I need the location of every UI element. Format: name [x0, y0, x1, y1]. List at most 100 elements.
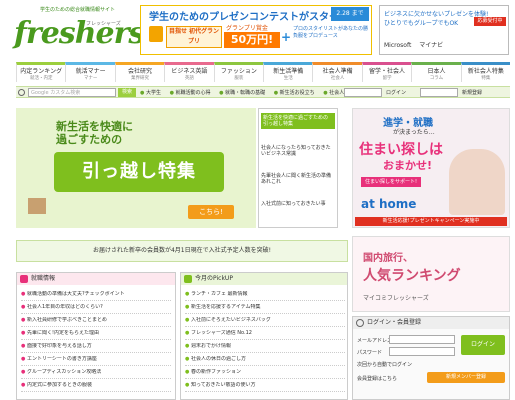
- hero-side-item[interactable]: 先輩社会人に聞く新生活の準備あれこれ: [261, 173, 335, 185]
- contest-banner[interactable]: 学生のためのプレゼンコンテストがスタート! 2.28 まで 目指せ 初代グランプ…: [140, 5, 372, 55]
- news-item[interactable]: 面接で好印象を与える話し方: [21, 343, 171, 353]
- nav-item[interactable]: 新社会人特集 特集: [460, 62, 511, 82]
- nav-label: 留学・社会人: [369, 68, 406, 75]
- pickup-item[interactable]: 社会人の休日の過ごし方: [185, 356, 345, 366]
- nav-sub: マナー: [83, 76, 98, 81]
- nav-label: 内定ランキング: [20, 68, 63, 75]
- search-bar: Google カスタム検索 検索 大学生 就職活動の心得 就職・転職の基礎 新生…: [16, 86, 510, 98]
- athome-logo: at home: [361, 197, 417, 211]
- nav-sub: 服装: [234, 76, 244, 81]
- search-input[interactable]: Google カスタム検索: [28, 88, 116, 97]
- ad-campaign-bar: 新生活応援!プレゼントキャンペーン実施中: [355, 217, 507, 226]
- nav-item[interactable]: 内定ランキング 就活・内定: [16, 62, 66, 82]
- ad-subheading: が決まったら…: [393, 129, 435, 136]
- nav-item[interactable]: ファッション 服装: [213, 62, 264, 82]
- pickup-heading: 今月のPickUP: [181, 273, 347, 285]
- rbox-badge: 応募受付中: [474, 17, 506, 26]
- ad2-sub: マイコミフレッシャーズ: [363, 295, 429, 302]
- plus-icon: +: [281, 30, 292, 44]
- news-item[interactable]: グループディスカッション攻略法: [21, 369, 171, 379]
- nav-label: 日本人: [427, 68, 446, 75]
- nav-sub: 留学: [382, 76, 392, 81]
- banner-title: 学生のためのプレゼンコンテストがスタート!: [149, 12, 354, 23]
- password-field[interactable]: [389, 347, 455, 356]
- presentation-banner[interactable]: ビジネスに欠かせないプレゼンを体験! ひとりでもグループでもOK 応募受付中 M…: [379, 5, 509, 55]
- news-item[interactable]: 就職活動の準備は大丈夫?チェックポイント: [21, 291, 171, 301]
- nav-item[interactable]: 日本人 コラム: [411, 62, 461, 82]
- pickup-item[interactable]: フレッシャーズ通信 No.12: [185, 330, 345, 340]
- nav-item[interactable]: ビジネス英語 英語: [164, 62, 214, 82]
- nav-sub: 生活: [283, 76, 293, 81]
- nav-sub: 就活・内定: [29, 76, 53, 81]
- ad-title2: おまかせ!: [383, 159, 433, 172]
- header-user-input[interactable]: [344, 88, 382, 97]
- sponsor-logo: Microsoft: [384, 42, 412, 49]
- pickup-panel: 今月のPickUP ランチ・カフェ 最新情報 新生活を応援するアイテム特集 入社…: [180, 272, 348, 400]
- hero-side-item[interactable]: 社会人になったら知っておきたいビジネス常識: [261, 145, 335, 157]
- register-button[interactable]: 新規メンバー登録: [427, 372, 505, 383]
- pickup-item[interactable]: ランチ・カフェ 最新情報: [185, 291, 345, 301]
- quick-links: 大学生 就職活動の心得 就職・転職の基礎 新生活お役立ち 社会人デビュー: [140, 89, 371, 96]
- pickup-item[interactable]: 春の新作ファッション: [185, 369, 345, 379]
- rbox-line1: ビジネスに欠かせないプレゼンを体験!: [384, 11, 489, 18]
- quick-link[interactable]: 新生活お役立ち: [274, 90, 315, 96]
- news-item[interactable]: 内定式に参加するときの服装: [21, 382, 171, 392]
- nav-item[interactable]: 社会人準備 社会人: [312, 62, 362, 82]
- travel-ranking-ad[interactable]: 国内旅行、 人気ランキング マイコミフレッシャーズ: [352, 236, 510, 312]
- quick-link[interactable]: 就職・転職の基礎: [219, 90, 265, 96]
- athome-ad[interactable]: 進学・就職 が決まったら… 住まい探しは おまかせ! 住まい探しをサポート! a…: [352, 108, 510, 228]
- register-label: 会員登録はこちら: [357, 376, 398, 382]
- email-field[interactable]: [389, 335, 455, 344]
- header-register-link[interactable]: 新規登録: [462, 89, 482, 96]
- nav-item[interactable]: 新生活準備 生活: [263, 62, 313, 82]
- nav-label: 就活マナー: [75, 68, 106, 75]
- hero-side-list: 新生活を快適に過ごすための引っ越し特集 社会人になったら知っておきたいビジネス常…: [258, 108, 338, 228]
- search-button[interactable]: 検索: [118, 88, 136, 97]
- hero-subtitle: 新生活を快適に 過ごすための: [56, 120, 133, 146]
- hero-side-item[interactable]: 入社式前に知っておきたい事: [261, 201, 335, 207]
- moving-feature-hero[interactable]: 新生活を快適に 過ごすための 引っ越し特集 こちら!: [16, 108, 256, 228]
- nav-item[interactable]: 就活マナー マナー: [65, 62, 115, 82]
- nav-label: 会社研究: [128, 68, 153, 75]
- news-item[interactable]: 新入社員研修で学ぶべきことまとめ: [21, 317, 171, 327]
- login-heading: ログイン・会員登録: [353, 317, 509, 329]
- search-icon: [18, 89, 25, 96]
- hero-line2: 過ごすための: [56, 133, 123, 146]
- banner-date-badge: 2.28 まで: [331, 7, 369, 21]
- pickup-item[interactable]: 入社前にそろえたいビジネスバッグ: [185, 317, 345, 327]
- news-item[interactable]: 社会人1年目の年収はどのくらい?: [21, 304, 171, 314]
- user-icon: [356, 319, 364, 327]
- trophy-icon: [149, 26, 163, 42]
- site-logo[interactable]: freshers: [14, 16, 145, 51]
- hero-side-item[interactable]: 新生活を快適に過ごすための引っ越し特集: [261, 113, 335, 129]
- nav-item[interactable]: 留学・社会人 留学: [361, 62, 412, 82]
- nav-sub: 社会人: [330, 76, 345, 81]
- header-login-link[interactable]: ログイン: [386, 89, 406, 96]
- nav-label: ファッション: [220, 68, 257, 75]
- box-icon: [28, 198, 46, 214]
- rbox-line2: ひとりでもグループでもOK: [384, 20, 459, 27]
- quick-link[interactable]: 大学生: [140, 90, 161, 96]
- news-panel: 就職情報 就職活動の準備は大丈夫?チェックポイント 社会人1年目の年収はどのくら…: [16, 272, 176, 400]
- quick-link[interactable]: 就職活動の心得: [170, 90, 211, 96]
- ad2-title: 国内旅行、: [363, 253, 413, 264]
- pickup-item[interactable]: 知っておきたい敬語の使い方: [185, 382, 345, 392]
- news-item[interactable]: エントリーシートの書き方講座: [21, 356, 171, 366]
- pickup-item[interactable]: 新生活を応援するアイテム特集: [185, 304, 345, 314]
- pickup-item[interactable]: 週末おでかけ情報: [185, 343, 345, 353]
- login-panel: ログイン・会員登録 メールアドレス パスワード ログイン 次回から自動でログイン…: [352, 316, 510, 400]
- login-button[interactable]: ログイン: [461, 335, 505, 355]
- sponsor-logo: マイナビ: [419, 42, 444, 49]
- notice-banner: お届けされた新卒の会員数が4月1日現在で入社式予定人数を突破!: [16, 240, 348, 262]
- banner-prize: 50万円!: [224, 32, 280, 48]
- remember-checkbox[interactable]: 次回から自動でログイン: [357, 361, 412, 368]
- nav-label: 社会人準備: [322, 68, 353, 75]
- nav-item[interactable]: 会社研究 業界研究: [114, 62, 165, 82]
- logo-subtitle: フレッシャーズ: [86, 21, 121, 27]
- email-label: メールアドレス: [357, 338, 393, 344]
- header-pass-input[interactable]: [420, 88, 458, 97]
- news-item[interactable]: 先輩に聞く!内定をもらえた理由: [21, 330, 171, 340]
- nav-label: ビジネス英語: [171, 68, 208, 75]
- hero-cta-button[interactable]: こちら!: [188, 205, 234, 219]
- nav-label: 新生活準備: [273, 68, 304, 75]
